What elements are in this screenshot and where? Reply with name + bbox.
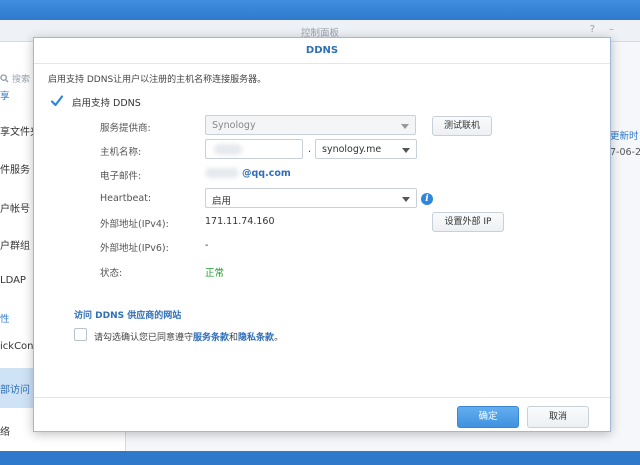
ok-button[interactable]: 确定	[457, 406, 519, 428]
status-value: 正常	[205, 268, 225, 279]
sidebar-item-label: LDAP	[0, 275, 26, 286]
checkmark-icon	[50, 95, 64, 107]
terms-checkbox[interactable]	[74, 328, 87, 341]
heartbeat-value: 启用	[212, 196, 232, 207]
provider-label: 服务提供商:	[100, 123, 151, 134]
terms-prefix: 请勾选确认您已同意遵守	[94, 333, 194, 343]
hostname-input[interactable]	[205, 139, 303, 159]
sidebar-item-label: 户帐号	[0, 204, 30, 215]
provider-value: Synology	[212, 120, 256, 131]
hostname-dot: .	[308, 144, 312, 155]
search-icon	[0, 74, 9, 83]
terms-and: 和	[229, 333, 239, 343]
hostname-domain-select[interactable]: synology.me	[315, 139, 417, 159]
chevron-down-icon	[401, 124, 409, 129]
update-time-value: 7-06-2	[610, 147, 640, 158]
dialog-footer-divider	[34, 397, 610, 398]
chevron-down-icon	[402, 197, 410, 202]
test-connection-button[interactable]: 测试联机	[432, 116, 492, 136]
hostname-label: 主机名称:	[100, 147, 142, 158]
ipv6-value: -	[205, 240, 209, 251]
ipv6-label: 外部地址(IPv6):	[100, 243, 169, 254]
desktop-bottom-bar	[0, 451, 640, 465]
terms-text: 请勾选确认您已同意遵守服务条款和隐私条款。	[94, 330, 283, 343]
info-icon[interactable]: i	[421, 193, 433, 205]
sidebar-search[interactable]: 搜索	[0, 70, 34, 86]
sidebar-item-label: ickCon	[0, 341, 34, 352]
email-label: 电子邮件:	[100, 171, 142, 182]
terms-of-service-link[interactable]: 服务条款	[193, 333, 229, 343]
dialog-header: DDNS	[34, 38, 610, 64]
email-value: @qq.com	[242, 168, 291, 179]
ipv4-label: 外部地址(IPv4):	[100, 219, 169, 230]
sidebar-item-label: 性	[0, 314, 10, 325]
window-controls[interactable]: ?–	[590, 24, 628, 35]
redacted-hostname	[214, 144, 242, 155]
ipv4-value: 171.11.74.160	[205, 216, 275, 227]
update-time-column[interactable]: 更新时	[610, 128, 639, 142]
sidebar-item-label: 部访问	[0, 385, 30, 396]
privacy-policy-link[interactable]: 隐私条款	[238, 333, 274, 343]
heartbeat-select[interactable]: 启用	[205, 188, 417, 208]
redacted-email	[205, 168, 239, 178]
enable-ddns-label: 启用支持 DDNS	[72, 98, 141, 109]
terms-suffix: 。	[274, 333, 284, 343]
email-domain: @qq.com	[242, 168, 291, 179]
sidebar-item-label: 户群组	[0, 241, 30, 252]
enable-ddns-checkbox[interactable]	[50, 94, 64, 107]
ddns-dialog: DDNS 启用支持 DDNS让用户以注册的主机名称连接服务器。 启用支持 DDN…	[33, 37, 611, 432]
search-placeholder: 搜索	[12, 75, 31, 85]
dialog-title: DDNS	[305, 45, 339, 56]
chevron-down-icon	[402, 148, 410, 153]
sidebar-item-label: 件服务	[0, 165, 30, 176]
provider-select: Synology	[205, 115, 416, 135]
provider-website-link[interactable]: 访问 DDNS 供应商的网站	[74, 308, 181, 321]
sidebar-item-label: 络	[0, 427, 10, 438]
set-external-ip-button[interactable]: 设置外部 IP	[432, 212, 504, 232]
sidebar-item-label: 享	[0, 91, 10, 102]
status-label: 状态:	[100, 268, 123, 279]
desktop-taskbar	[0, 0, 640, 20]
heartbeat-label: Heartbeat:	[100, 193, 152, 204]
cancel-button[interactable]: 取消	[527, 406, 589, 428]
dialog-description: 启用支持 DDNS让用户以注册的主机名称连接服务器。	[48, 75, 267, 85]
hostname-domain-value: synology.me	[322, 144, 382, 155]
